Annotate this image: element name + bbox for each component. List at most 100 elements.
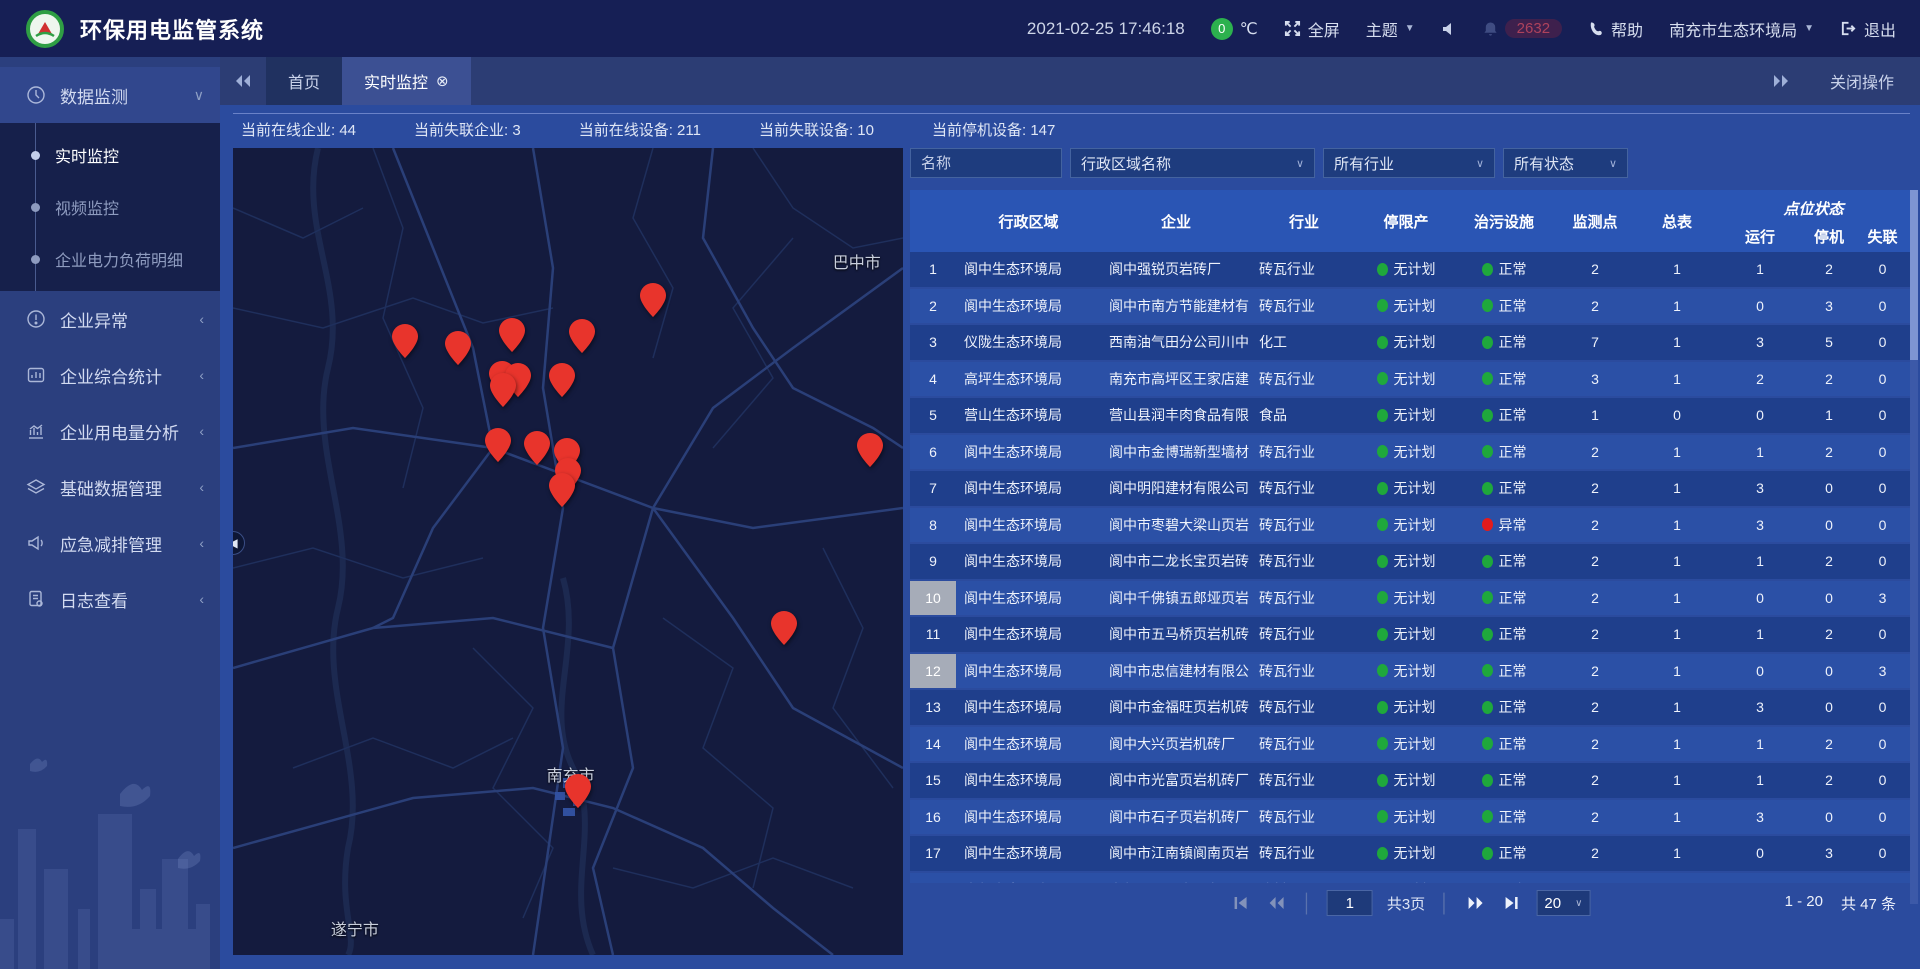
table-scrollbar[interactable] — [1910, 190, 1918, 904]
prev-page-icon — [1269, 896, 1285, 910]
cell-stop-count: 0 — [1803, 654, 1855, 689]
tab-home[interactable]: 首页 — [266, 57, 342, 105]
status-select[interactable]: 所有状态 ∨ — [1503, 148, 1628, 178]
cell-meter-count: 1 — [1637, 325, 1717, 360]
mute-button[interactable] — [1441, 21, 1457, 37]
stats-bar: 当前在线企业: 44当前失联企业: 3当前在线设备: 211当前失联设备: 10… — [233, 113, 1910, 145]
sidebar-item-4[interactable]: 基础数据管理‹ — [0, 459, 220, 515]
help-button[interactable]: 帮助 — [1588, 17, 1643, 41]
map-pin[interactable] — [549, 363, 575, 397]
map-pin[interactable] — [640, 283, 666, 317]
cell-index: 14 — [910, 727, 956, 762]
sidebar-item-0[interactable]: 数据监测∨ — [0, 67, 220, 123]
fullscreen-button[interactable]: 全屏 — [1284, 17, 1340, 41]
cell-run-count: 1 — [1717, 617, 1803, 652]
status-dot-icon — [1482, 299, 1493, 312]
map-pin[interactable] — [445, 331, 471, 365]
org-dropdown[interactable]: 南充市生态环境局 ▼ — [1669, 17, 1814, 41]
status-dot-icon — [1482, 336, 1493, 349]
industry-select-value: 所有行业 — [1334, 153, 1394, 174]
sidebar-item-2[interactable]: 企业综合统计‹ — [0, 347, 220, 403]
next-page-button[interactable] — [1464, 892, 1486, 914]
table-row[interactable]: 5营山生态环境局营山县润丰肉食品有限食品无计划正常10010 — [910, 398, 1910, 433]
map-pin[interactable] — [549, 473, 575, 507]
stats-icon — [26, 365, 46, 385]
submenu-item-实时监控[interactable]: 实时监控 — [0, 129, 220, 181]
table-row[interactable]: 16阆中生态环境局阆中市石子页岩机砖厂砖瓦行业无计划正常21300 — [910, 800, 1910, 835]
close-operations-button[interactable]: 关闭操作 — [1830, 69, 1894, 93]
name-search-input[interactable] — [910, 148, 1062, 178]
table-row[interactable]: 1阆中生态环境局阆中强锐页岩砖厂砖瓦行业无计划正常21120 — [910, 252, 1910, 287]
cell-monitor-count: 2 — [1553, 581, 1637, 616]
cell-lost-count: 0 — [1855, 362, 1910, 397]
map-pin[interactable] — [565, 774, 591, 808]
logout-button[interactable]: 退出 — [1840, 17, 1896, 41]
map-pin[interactable] — [569, 319, 595, 353]
table-row[interactable]: 11阆中生态环境局阆中市五马桥页岩机砖砖瓦行业无计划正常21120 — [910, 617, 1910, 652]
sidebar-item-1[interactable]: 企业异常‹ — [0, 291, 220, 347]
map-pin[interactable] — [857, 433, 883, 467]
sidebar-item-6[interactable]: 日志查看‹ — [0, 571, 220, 627]
cell-monitor-count: 2 — [1553, 435, 1637, 470]
cell-monitor-count: 1 — [1553, 398, 1637, 433]
chart-icon — [26, 421, 46, 441]
chevron-left-icon: ‹ — [199, 591, 204, 607]
last-page-button[interactable] — [1500, 892, 1522, 914]
cell-stop-count: 3 — [1803, 836, 1855, 871]
tabs-scroll-left-button[interactable] — [220, 57, 266, 105]
region-select[interactable]: 行政区域名称 ∨ — [1070, 148, 1315, 178]
table-row[interactable]: 15阆中生态环境局阆中市光富页岩机砖厂砖瓦行业无计划正常21120 — [910, 763, 1910, 798]
cell-facility-status: 正常 — [1455, 325, 1553, 360]
phone-icon — [1588, 21, 1604, 37]
submenu-item-企业电力负荷明细[interactable]: 企业电力负荷明细 — [0, 233, 220, 285]
table-row[interactable]: 6阆中生态环境局阆中市金博瑞新型墙材砖瓦行业无计划正常21120 — [910, 435, 1910, 470]
table-row[interactable]: 8阆中生态环境局阆中市枣碧大梁山页岩砖瓦行业无计划异常21300 — [910, 508, 1910, 543]
table-row[interactable]: 14阆中生态环境局阆中大兴页岩机砖厂砖瓦行业无计划正常21120 — [910, 727, 1910, 762]
map-pin[interactable] — [771, 611, 797, 645]
scrollbar-thumb[interactable] — [1910, 190, 1918, 360]
industry-select[interactable]: 所有行业 ∨ — [1323, 148, 1495, 178]
table-body: 1阆中生态环境局阆中强锐页岩砖厂砖瓦行业无计划正常211202阆中生态环境局阆中… — [910, 252, 1910, 904]
table-row[interactable]: 17阆中生态环境局阆中市江南镇阆南页岩砖瓦行业无计划正常21030 — [910, 836, 1910, 871]
page-number-input[interactable] — [1327, 890, 1373, 916]
table-row[interactable]: 3仪陇生态环境局西南油气田分公司川中化工无计划正常71350 — [910, 325, 1910, 360]
tab-realtime-monitor[interactable]: 实时监控 ⊗ — [342, 57, 471, 105]
table-row[interactable]: 10阆中生态环境局阆中千佛镇五郎垭页岩砖瓦行业无计划正常21003 — [910, 581, 1910, 616]
table-row[interactable]: 12阆中生态环境局阆中市忠信建材有限公砖瓦行业无计划正常21003 — [910, 654, 1910, 689]
sidebar-item-5[interactable]: 应急减排管理‹ — [0, 515, 220, 571]
sidebar-item-3[interactable]: 企业用电量分析‹ — [0, 403, 220, 459]
page-size-select[interactable]: 20 ∨ — [1536, 890, 1590, 916]
tab-close-icon[interactable]: ⊗ — [436, 72, 449, 90]
tab-label: 实时监控 — [364, 69, 428, 93]
map-roads — [233, 148, 903, 955]
cell-company: 阆中强锐页岩砖厂 — [1101, 252, 1251, 287]
cell-monitor-count: 3 — [1553, 362, 1637, 397]
cell-limit-status: 无计划 — [1357, 471, 1455, 506]
org-label: 南充市生态环境局 — [1669, 17, 1797, 41]
table-row[interactable]: 13阆中生态环境局阆中市金福旺页岩机砖砖瓦行业无计划正常21300 — [910, 690, 1910, 725]
submenu-item-视频监控[interactable]: 视频监控 — [0, 181, 220, 233]
map-pin[interactable] — [499, 318, 525, 352]
map-pin[interactable] — [524, 431, 550, 465]
first-page-button[interactable] — [1230, 892, 1252, 914]
table-row[interactable]: 9阆中生态环境局阆中市二龙长宝页岩砖砖瓦行业无计划正常21120 — [910, 544, 1910, 579]
map-panel[interactable]: 巴中市南充市遂宁市 ◀ — [233, 148, 903, 955]
prev-page-button[interactable] — [1266, 892, 1288, 914]
status-dot-icon — [1482, 518, 1493, 531]
cell-facility-status: 正常 — [1455, 289, 1553, 324]
table-row[interactable]: 4高坪生态环境局南充市高坪区王家店建砖瓦行业无计划正常31220 — [910, 362, 1910, 397]
tabs-scroll-right-button[interactable] — [1758, 74, 1804, 88]
cell-index: 8 — [910, 508, 956, 543]
facility-text: 正常 — [1499, 807, 1527, 827]
map-pin[interactable] — [485, 428, 511, 462]
map-pin[interactable] — [392, 324, 418, 358]
table-row[interactable]: 2阆中生态环境局阆中市南方节能建材有砖瓦行业无计划正常21030 — [910, 289, 1910, 324]
map-pin[interactable] — [490, 373, 516, 407]
chevron-down-icon: ∨ — [1296, 157, 1304, 170]
theme-dropdown[interactable]: 主题 ▼ — [1366, 17, 1415, 41]
notifications[interactable]: 2632 — [1483, 19, 1562, 38]
table-row[interactable]: 7阆中生态环境局阆中明阳建材有限公司砖瓦行业无计划正常21300 — [910, 471, 1910, 506]
status-dot-icon — [1377, 263, 1388, 276]
sidebar-item-label: 基础数据管理 — [60, 475, 162, 500]
col-region: 行政区域 — [956, 190, 1101, 252]
